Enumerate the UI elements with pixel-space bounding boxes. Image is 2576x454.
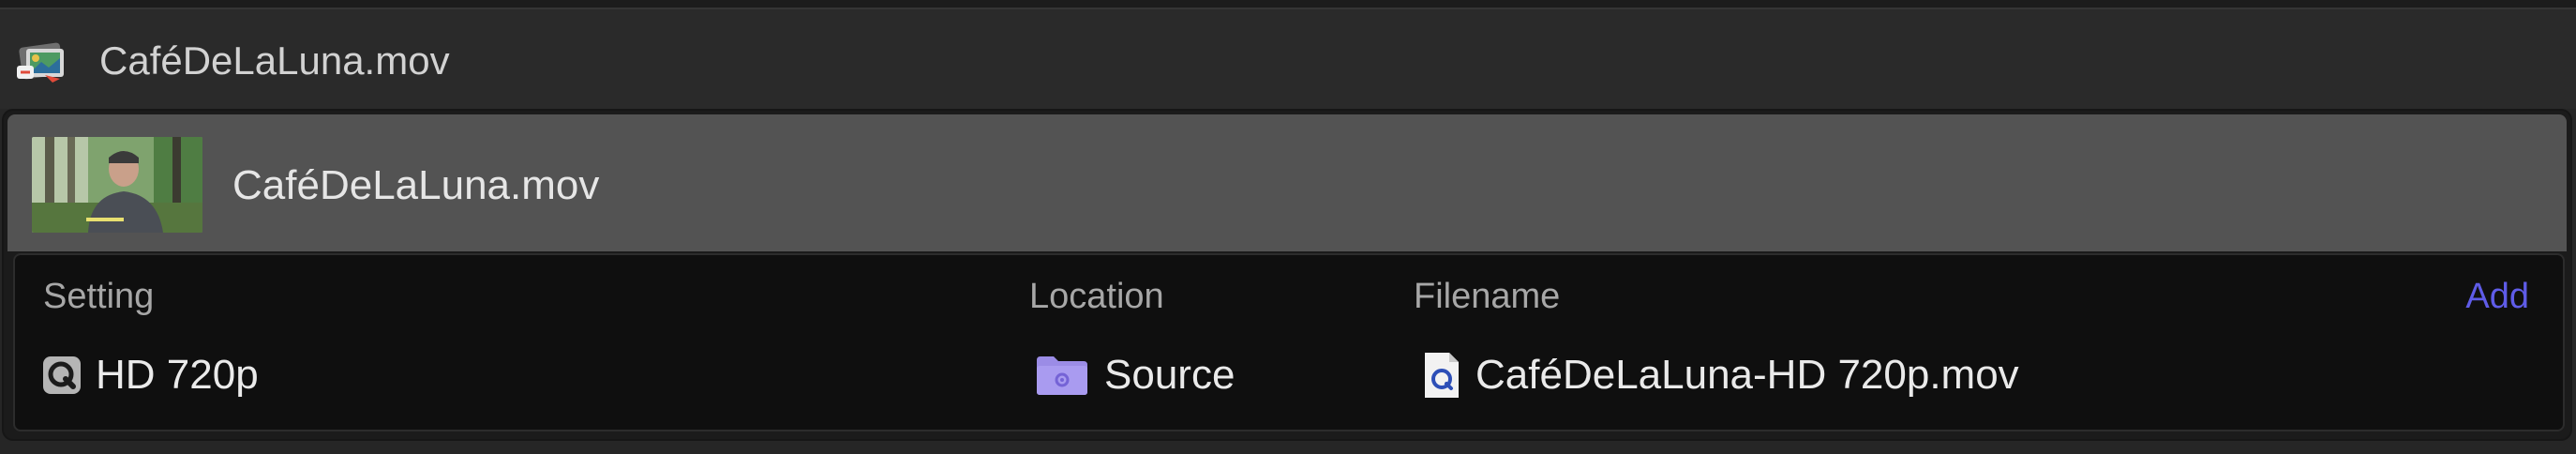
window-top-edge [0, 0, 2576, 9]
batch-header: CaféDeLaLuna.mov [0, 9, 2576, 109]
folder-icon [1037, 356, 1087, 395]
output-setting-cell[interactable]: HD 720p [43, 349, 259, 401]
output-location-label: Source [1104, 352, 1236, 398]
output-filename-label: CaféDeLaLuna-HD 720p.mov [1475, 352, 2019, 398]
quicktime-icon [43, 356, 81, 394]
output-settings-table: Setting Location Filename Add HD 720p So… [13, 253, 2565, 431]
compressor-app-icon [17, 38, 69, 84]
output-filename-cell[interactable]: CaféDeLaLuna-HD 720p.mov [1423, 349, 2019, 401]
job-item[interactable]: CaféDeLaLuna.mov Setting Location Filena… [4, 111, 2570, 439]
movie-file-icon [1425, 353, 1459, 398]
job-source-row[interactable]: CaféDeLaLuna.mov [7, 114, 2567, 251]
output-location-cell[interactable]: Source [1035, 349, 1235, 401]
column-header-filename: Filename [1414, 277, 1561, 316]
job-source-filename: CaféDeLaLuna.mov [232, 162, 600, 208]
batch-title: CaféDeLaLuna.mov [99, 38, 450, 83]
video-thumbnail [32, 137, 202, 233]
column-header-setting: Setting [43, 277, 155, 316]
column-header-location: Location [1029, 277, 1164, 316]
add-output-button[interactable]: Add [2465, 276, 2529, 317]
output-setting-label: HD 720p [96, 352, 259, 398]
